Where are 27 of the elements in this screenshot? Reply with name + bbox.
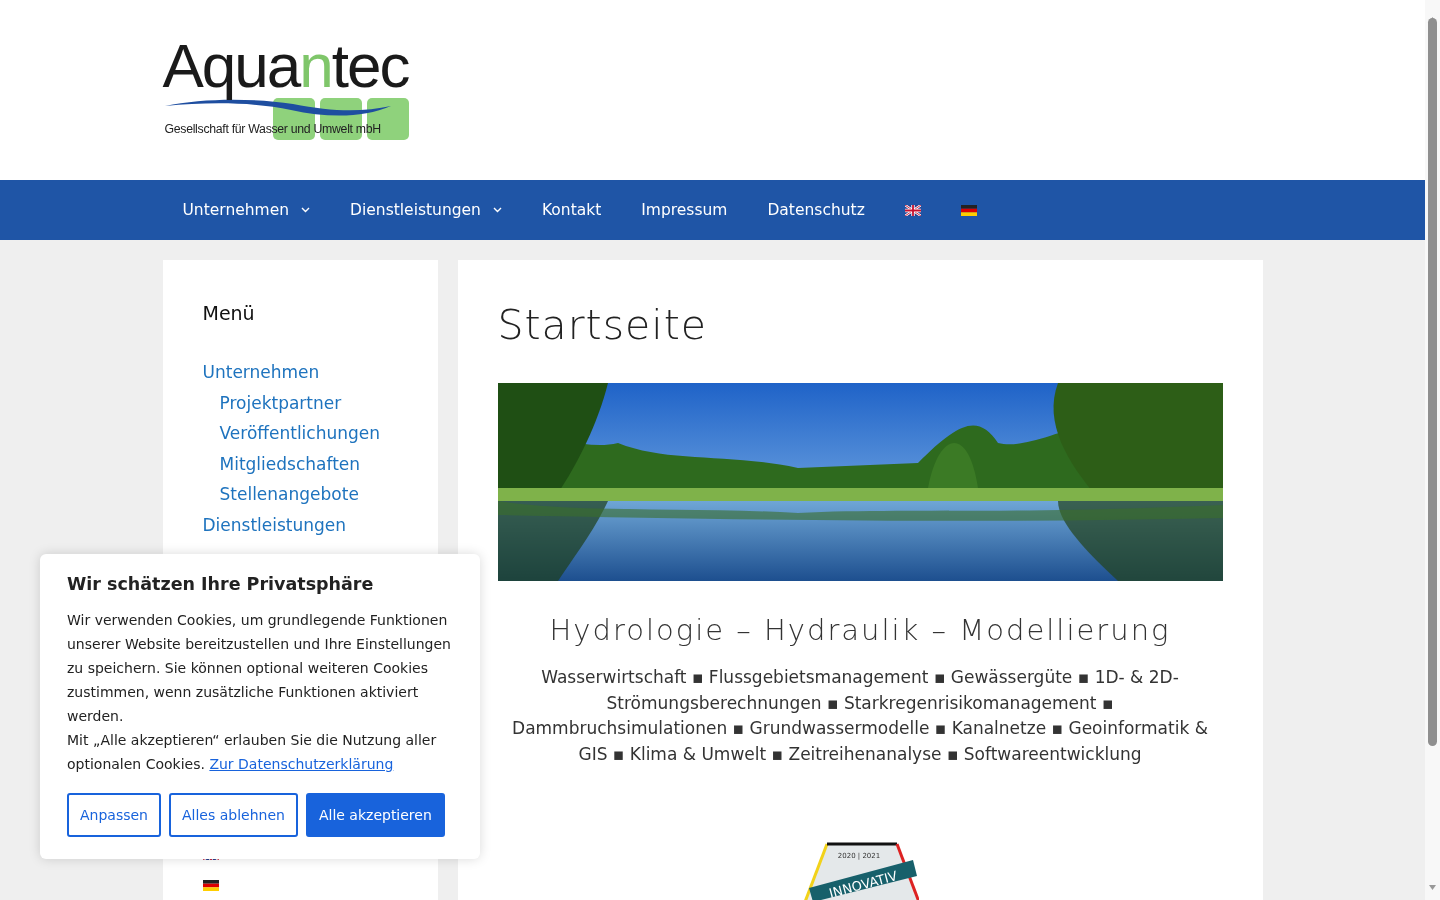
german-flag-icon[interactable] <box>960 204 977 216</box>
nav-link[interactable]: Unternehmen <box>162 180 331 240</box>
page-title: Startseite <box>497 300 708 350</box>
banner-title: Wir schätzen Ihre Privatsphäre <box>67 574 375 594</box>
privacy-link[interactable]: Zur Datenschutzerklärung <box>209 756 394 772</box>
cookie-button[interactable]: Anpassen <box>67 793 161 837</box>
sidebar-link[interactable]: Projektpartner <box>202 387 342 418</box>
nav-link[interactable]: Datenschutz <box>747 180 885 240</box>
section-heading: Hydrologie – Hydraulik – Modellierung <box>548 613 1172 647</box>
sidebar-link[interactable]: Dienstleistungen <box>202 509 347 540</box>
accept-button[interactable]: Alle akzeptieren <box>305 793 445 837</box>
services-text: Wasserwirtschaft ▪ Flussgebietsmanagement ▪ Gewässergüte ▪ 1D- & 2D-Strömungsberechnungen ▪ Starkregenrisikomanagement ▪ Dammbruchsimulationen ▪ Grundwassermodelle ▪ Kanalnetze ▪ Geoinformatik & GIS ▪ Klima & Umwelt ▪ Zeitreihenanalyse ▪ Softwareentwicklung <box>511 666 1209 766</box>
sidebar-link[interactable]: Unternehmen <box>202 357 320 388</box>
banner-text: Wir verwenden Cookies, um grundlegende Funktionen unserer Website bereitzustellen und Ihre Einstellungen zu speichern. Sie können optional weiteren Cookies zustimmen, wenn zusätzliche Funktionen aktiviert werden. <box>67 611 452 726</box>
chevron-down-icon <box>492 207 502 213</box>
sidebar-link[interactable]: Stellenangebote <box>202 479 359 510</box>
sidebar-link[interactable]: Mitgliedschaften <box>202 448 361 479</box>
sidebar-heading: Menü <box>202 302 256 324</box>
sidebar-link[interactable]: Veröffentlichungen <box>202 418 381 449</box>
uk-flag-icon[interactable] <box>904 204 921 216</box>
cookie-button[interactable]: Alles ablehnen <box>169 793 298 837</box>
banner-text: Mit „Alle akzeptieren“ erlauben Sie die Nutzung aller optionalen Cookies. Zur Datenschutzerklärung <box>67 731 438 774</box>
nav-link[interactable]: Dienstleistungen <box>330 180 522 240</box>
nav-link[interactable]: Impressum <box>621 180 748 240</box>
german-flag-icon[interactable] <box>202 880 219 891</box>
chevron-down-icon <box>301 207 311 213</box>
nav-link[interactable]: Kontakt <box>521 180 622 240</box>
